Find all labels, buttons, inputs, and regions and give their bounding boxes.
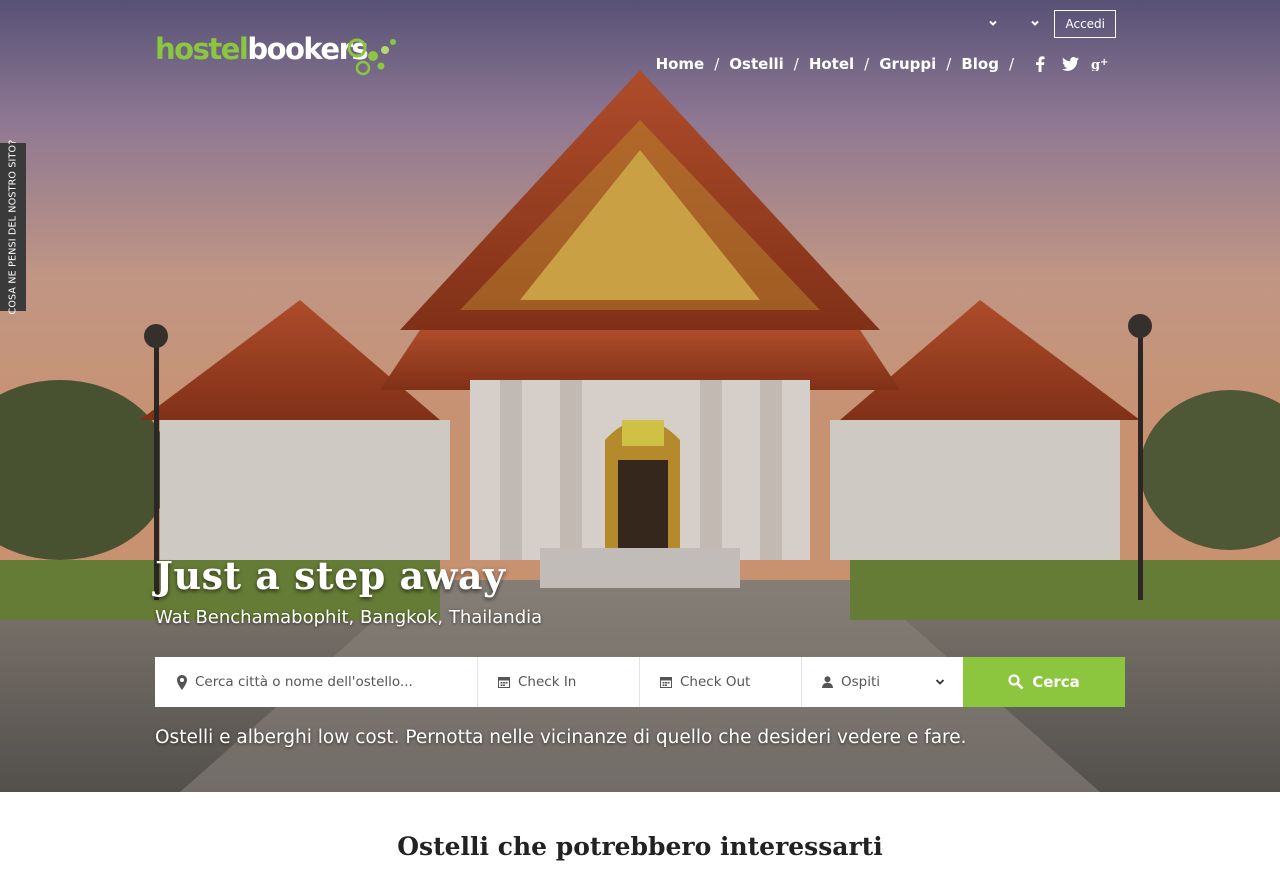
map-pin-icon: [177, 674, 187, 690]
hero-title: Just a step away: [155, 553, 506, 598]
login-button[interactable]: Accedi: [1054, 10, 1116, 38]
destination-placeholder: Cerca città o nome dell'ostello...: [195, 674, 413, 690]
nav-separator: /: [793, 55, 799, 73]
hero-tagline: Ostelli e alberghi low cost. Pernotta ne…: [155, 727, 967, 748]
chevron-down-icon: [1031, 20, 1040, 26]
svg-text:g: g: [1091, 58, 1100, 71]
checkin-input[interactable]: Check In: [478, 657, 640, 707]
search-form: Cerca città o nome dell'ostello... Check…: [155, 657, 1125, 707]
search-icon: [1008, 674, 1024, 690]
nav-ostelli[interactable]: Ostelli: [729, 55, 783, 73]
facebook-icon[interactable]: [1026, 54, 1054, 74]
guests-select[interactable]: Ospiti: [802, 657, 963, 707]
user-icon: [822, 676, 833, 688]
calendar-icon: [660, 676, 672, 688]
checkout-placeholder: Check Out: [680, 674, 751, 690]
search-button-label: Cerca: [1032, 673, 1080, 691]
nav-home[interactable]: Home: [656, 55, 705, 73]
chevron-down-icon: [989, 20, 998, 26]
logo-dots-icon: [347, 38, 396, 76]
logo-text-hostel: hostel: [155, 32, 249, 66]
nav-gruppi[interactable]: Gruppi: [879, 55, 936, 73]
site-logo[interactable]: hostelbookers: [155, 30, 405, 86]
currency-select[interactable]: [958, 10, 1000, 38]
google-plus-icon[interactable]: g +: [1086, 54, 1114, 74]
nav-hotel[interactable]: Hotel: [809, 55, 854, 73]
main-nav: Home / Ostelli / Hotel / Gruppi / Blog /…: [656, 54, 1114, 74]
chevron-down-icon: [935, 679, 945, 685]
nav-separator: /: [714, 55, 720, 73]
checkout-input[interactable]: Check Out: [640, 657, 802, 707]
section-title: Ostelli che potrebbero interessarti: [397, 832, 883, 861]
guests-label: Ospiti: [841, 674, 881, 690]
destination-input[interactable]: Cerca città o nome dell'ostello...: [155, 657, 478, 707]
language-select[interactable]: [1000, 10, 1042, 38]
nav-separator: /: [946, 55, 952, 73]
calendar-icon: [498, 676, 510, 688]
checkin-placeholder: Check In: [518, 674, 577, 690]
nav-separator: /: [1008, 55, 1014, 73]
nav-separator: /: [864, 55, 870, 73]
nav-blog[interactable]: Blog: [961, 55, 999, 73]
twitter-icon[interactable]: [1056, 54, 1084, 74]
feedback-tab[interactable]: COSA NE PENSI DEL NOSTRO SITO?: [0, 140, 26, 314]
search-button[interactable]: Cerca: [963, 657, 1125, 707]
svg-text:+: +: [1100, 57, 1108, 68]
hero-photo-caption: Wat Benchamabophit, Bangkok, Thailandia: [155, 607, 543, 628]
top-utility-bar: Accedi: [958, 10, 1116, 38]
